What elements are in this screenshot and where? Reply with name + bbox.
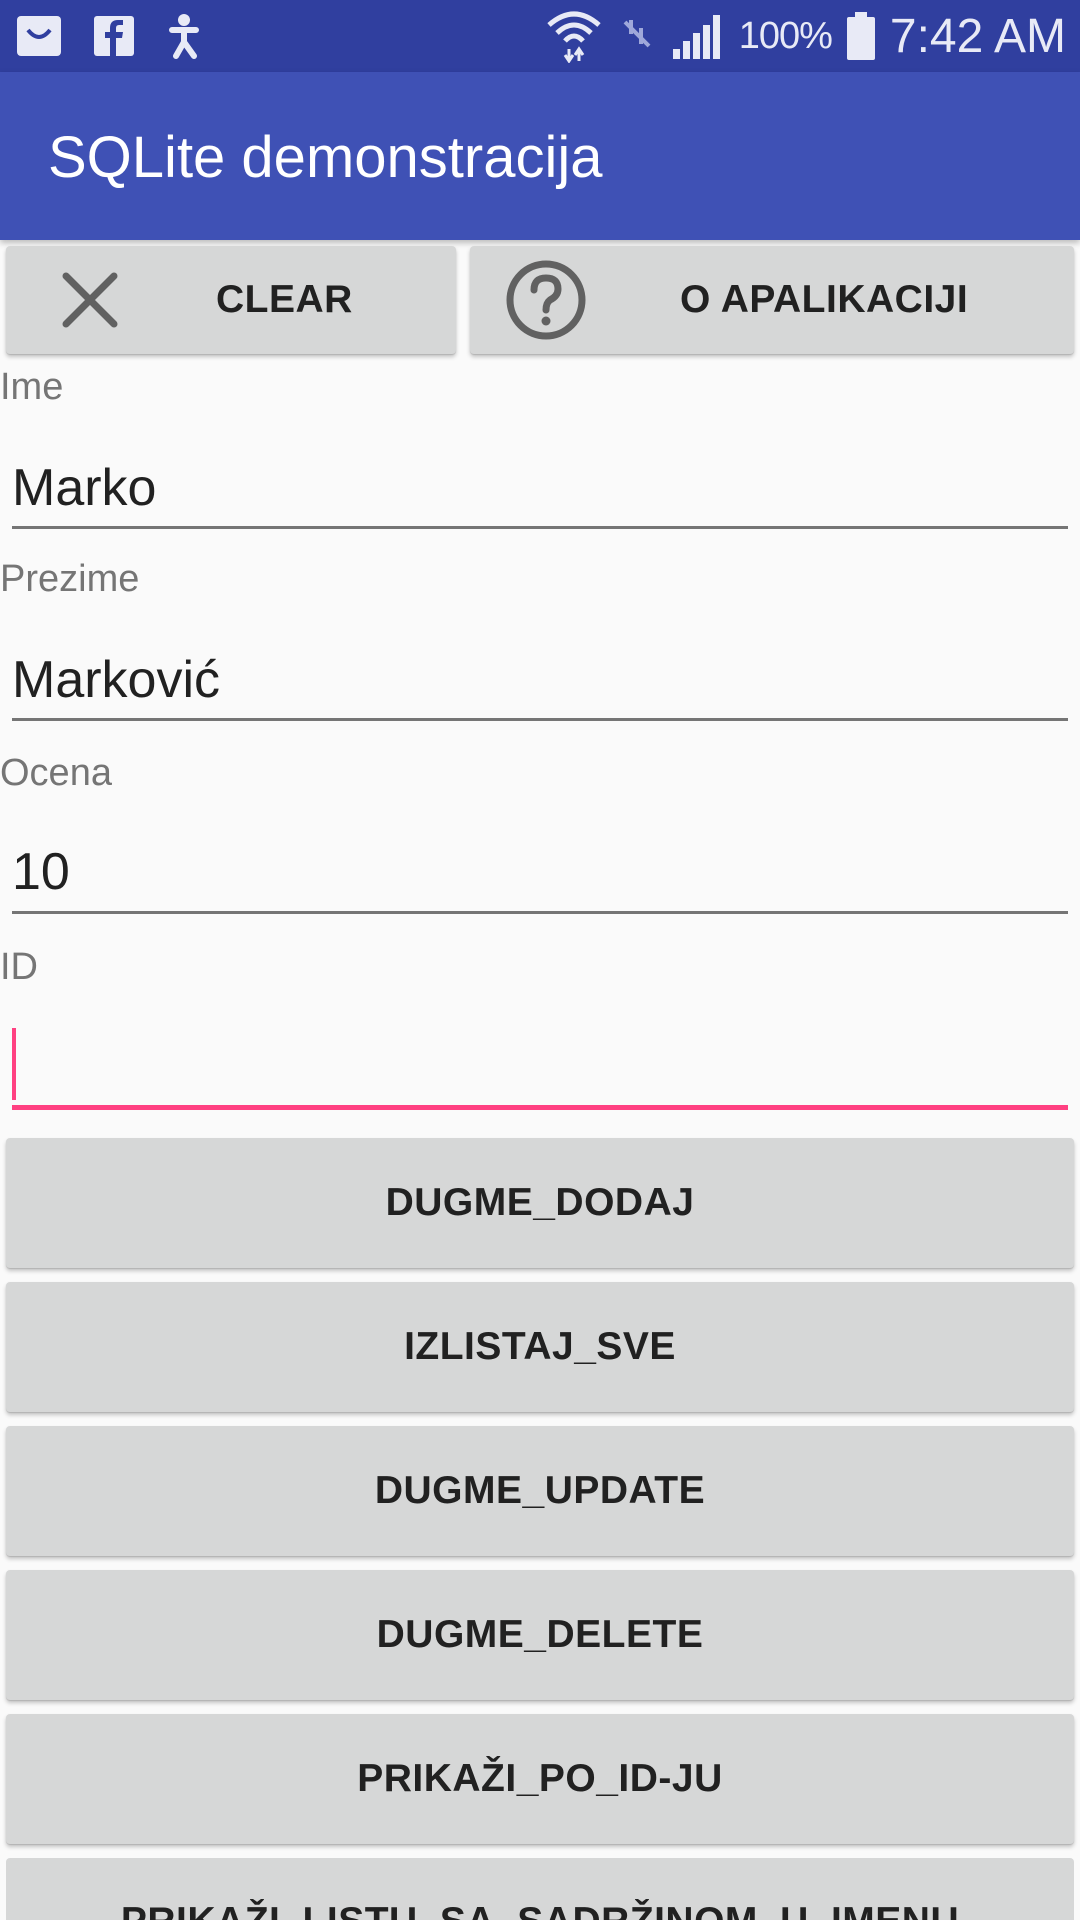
update-button-label: DUGME_UPDATE (374, 1469, 706, 1512)
ime-label: Ime (0, 366, 64, 408)
prezime-label: Prezime (0, 558, 140, 600)
close-icon (54, 264, 126, 336)
battery-percentage: 100% (738, 14, 833, 57)
id-underline (12, 1105, 1068, 1110)
help-circle-icon (504, 258, 588, 342)
id-input[interactable] (12, 1026, 1068, 1106)
battery-icon (846, 11, 876, 61)
ocena-underline (12, 911, 1068, 914)
ocena-label: Ocena (0, 752, 112, 794)
signal-icon (671, 11, 725, 61)
app-bar: SQLite demonstracija (0, 72, 1080, 240)
show-list-by-name-button[interactable]: PRIKAŽI_LISTU_SA_SADRŽINOM_U_IMENU (6, 1858, 1074, 1920)
accessibility-icon (164, 12, 204, 60)
ime-underline (12, 526, 1068, 529)
show-list-by-name-button-label: PRIKAŽI_LISTU_SA_SADRŽINOM_U_IMENU (121, 1900, 959, 1920)
clear-button-label: CLEAR (216, 278, 353, 321)
add-button-label: DUGME_DODAJ (385, 1181, 695, 1224)
ocena-input[interactable] (12, 832, 1068, 912)
list-all-button[interactable]: IZLISTAJ_SVE (6, 1282, 1074, 1412)
app-title: SQLite demonstracija (48, 125, 603, 190)
facebook-icon (92, 14, 136, 58)
notification-icons (14, 12, 204, 60)
list-all-button-label: IZLISTAJ_SVE (404, 1325, 676, 1368)
add-button[interactable]: DUGME_DODAJ (6, 1138, 1074, 1268)
show-by-id-button[interactable]: PRIKAŽI_PO_ID-JU (6, 1714, 1074, 1844)
system-icons: 100% 7:42 AM (545, 0, 1066, 72)
prezime-underline (12, 718, 1068, 721)
text-cursor (12, 1028, 16, 1100)
clock: 7:42 AM (889, 9, 1066, 63)
wifi-icon (545, 9, 603, 63)
prezime-input[interactable] (12, 640, 1068, 720)
about-button-label: O APALIKACIJI (680, 278, 969, 321)
about-button[interactable]: O APALIKACIJI (470, 246, 1074, 354)
update-button[interactable]: DUGME_UPDATE (6, 1426, 1074, 1556)
delete-button-label: DUGME_DELETE (376, 1613, 704, 1656)
ime-input[interactable] (12, 448, 1068, 528)
show-by-id-button-label: PRIKAŽI_PO_ID-JU (357, 1757, 723, 1800)
delete-button[interactable]: DUGME_DELETE (6, 1570, 1074, 1700)
status-bar: 100% 7:42 AM (0, 0, 1080, 72)
nfc-icon (617, 14, 657, 58)
shopping-bag-icon (14, 12, 64, 60)
clear-button[interactable]: CLEAR (6, 246, 456, 354)
id-label: ID (0, 946, 38, 988)
